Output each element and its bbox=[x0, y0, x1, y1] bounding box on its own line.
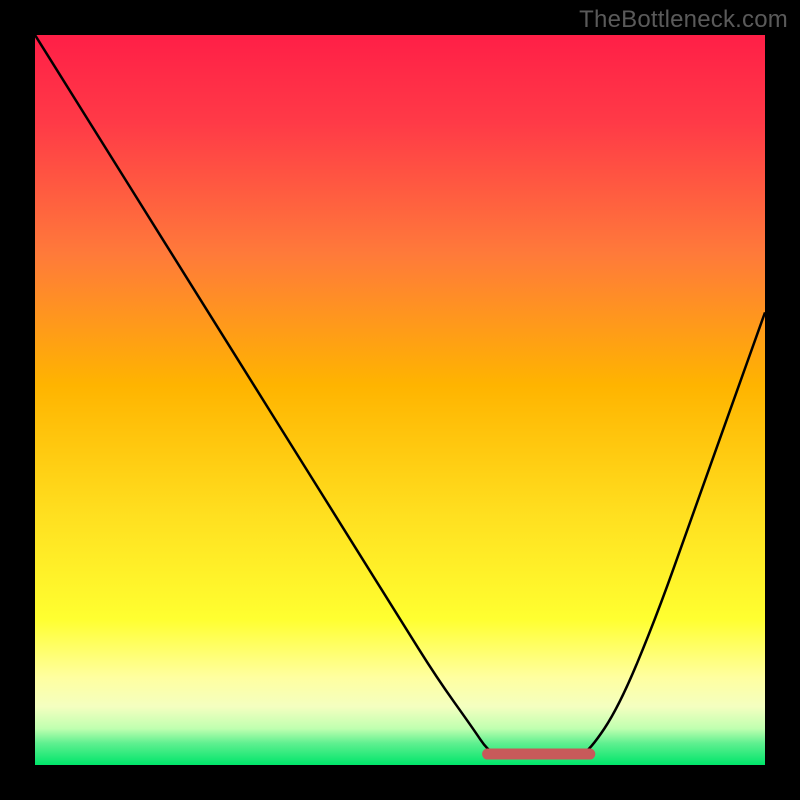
plot-area bbox=[35, 35, 765, 765]
curve-line bbox=[35, 35, 765, 758]
chart-frame: TheBottleneck.com bbox=[0, 0, 800, 800]
watermark-text: TheBottleneck.com bbox=[579, 6, 788, 34]
bottleneck-curve bbox=[35, 35, 765, 765]
